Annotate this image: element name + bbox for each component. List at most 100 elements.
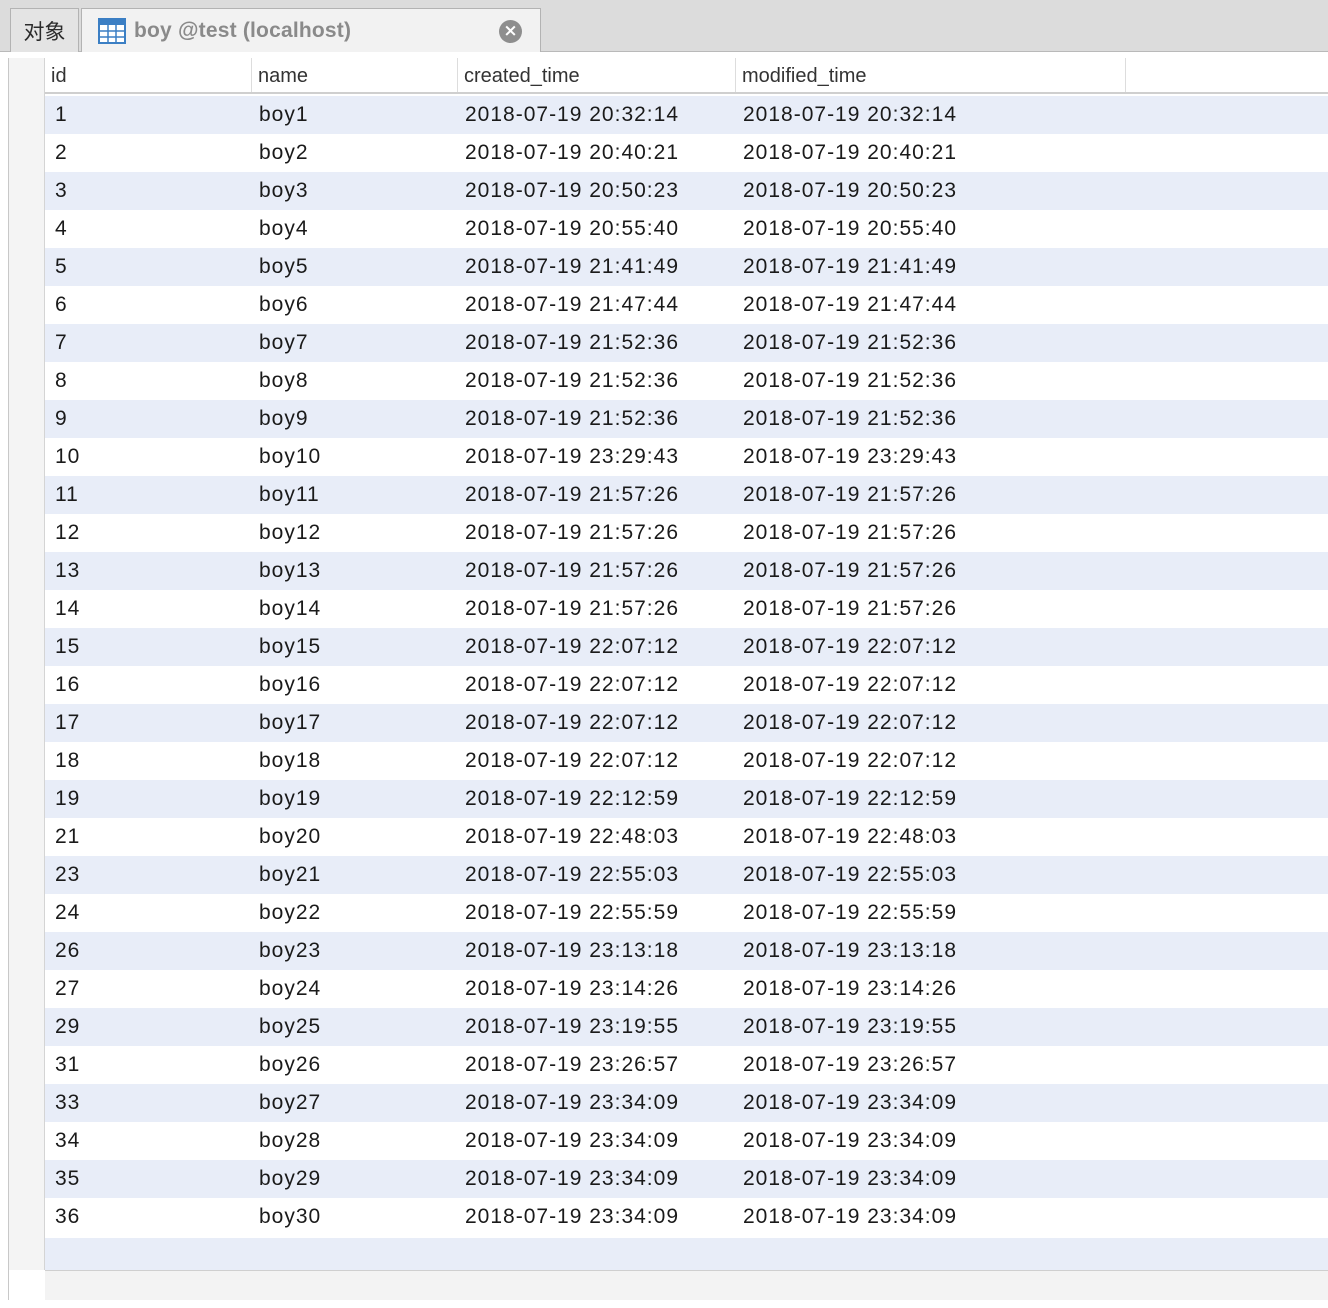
cell-id[interactable]: 29 [55,1008,80,1046]
cell-modified-time[interactable]: 2018-07-19 22:07:12 [743,704,957,742]
cell-name[interactable]: boy9 [259,400,309,438]
cell-id[interactable]: 17 [55,704,80,742]
cell-name[interactable]: boy11 [259,476,320,514]
table-row[interactable]: 14 boy14 2018-07-19 21:57:26 2018-07-19 21:… [45,590,1328,628]
cell-modified-time[interactable]: 2018-07-19 20:55:40 [743,210,957,248]
column-header-created-time[interactable]: created_time [457,58,735,92]
cell-created-time[interactable]: 2018-07-19 23:34:09 [465,1084,679,1122]
table-row[interactable]: 2 boy2 2018-07-19 20:40:21 2018-07-19 20:40… [45,134,1328,172]
table-row[interactable]: 27 boy24 2018-07-19 23:14:26 2018-07-19 23:… [45,970,1328,1008]
table-row[interactable]: 36 boy30 2018-07-19 23:34:09 2018-07-19 23:… [45,1198,1328,1236]
cell-name[interactable]: boy25 [259,1008,321,1046]
cell-modified-time[interactable]: 2018-07-19 22:55:59 [743,894,957,932]
cell-name[interactable]: boy17 [259,704,321,742]
cell-id[interactable]: 34 [55,1122,80,1160]
cell-modified-time[interactable]: 2018-07-19 23:34:09 [743,1160,957,1198]
table-row[interactable]: 6 boy6 2018-07-19 21:47:44 2018-07-19 21:47… [45,286,1328,324]
tab-objects[interactable]: 对象 [10,8,79,52]
cell-modified-time[interactable]: 2018-07-19 20:50:23 [743,172,957,210]
cell-id[interactable]: 31 [55,1046,80,1084]
cell-modified-time[interactable]: 2018-07-19 23:13:18 [743,932,957,970]
cell-name[interactable]: boy7 [259,324,309,362]
cell-created-time[interactable]: 2018-07-19 23:34:09 [465,1198,679,1236]
cell-id[interactable]: 24 [55,894,80,932]
cell-created-time[interactable]: 2018-07-19 22:55:59 [465,894,679,932]
cell-created-time[interactable]: 2018-07-19 21:41:49 [465,248,679,286]
cell-created-time[interactable]: 2018-07-19 20:40:21 [465,134,679,172]
cell-id[interactable]: 3 [55,172,68,210]
cell-id[interactable]: 7 [55,324,68,362]
cell-created-time[interactable]: 2018-07-19 21:52:36 [465,324,679,362]
cell-modified-time[interactable]: 2018-07-19 20:40:21 [743,134,957,172]
cell-id[interactable]: 2 [55,134,68,172]
cell-name[interactable]: boy30 [259,1198,321,1236]
cell-created-time[interactable]: 2018-07-19 23:34:09 [465,1122,679,1160]
cell-created-time[interactable]: 2018-07-19 21:52:36 [465,400,679,438]
cell-created-time[interactable]: 2018-07-19 23:34:09 [465,1160,679,1198]
cell-modified-time[interactable]: 2018-07-19 23:26:57 [743,1046,957,1084]
table-row[interactable]: 18 boy18 2018-07-19 22:07:12 2018-07-19 22:… [45,742,1328,780]
cell-modified-time[interactable]: 2018-07-19 23:19:55 [743,1008,957,1046]
cell-modified-time[interactable]: 2018-07-19 21:57:26 [743,590,957,628]
cell-modified-time[interactable]: 2018-07-19 22:48:03 [743,818,957,856]
cell-name[interactable]: boy23 [259,932,321,970]
table-row[interactable]: 13 boy13 2018-07-19 21:57:26 2018-07-19 21:… [45,552,1328,590]
cell-id[interactable]: 15 [55,628,80,666]
cell-id[interactable]: 19 [55,780,80,818]
cell-name[interactable]: boy8 [259,362,309,400]
cell-name[interactable]: boy26 [259,1046,321,1084]
cell-modified-time[interactable]: 2018-07-19 23:29:43 [743,438,957,476]
cell-id[interactable]: 12 [55,514,80,552]
cell-modified-time[interactable]: 2018-07-19 22:07:12 [743,666,957,704]
cell-name[interactable]: boy12 [259,514,321,552]
table-row[interactable]: 29 boy25 2018-07-19 23:19:55 2018-07-19 23:… [45,1008,1328,1046]
cell-id[interactable]: 8 [55,362,68,400]
cell-modified-time[interactable]: 2018-07-19 21:41:49 [743,248,957,286]
cell-name[interactable]: boy13 [259,552,321,590]
cell-id[interactable]: 26 [55,932,80,970]
cell-created-time[interactable]: 2018-07-19 21:57:26 [465,514,679,552]
cell-created-time[interactable]: 2018-07-19 23:26:57 [465,1046,679,1084]
cell-modified-time[interactable]: 2018-07-19 23:34:09 [743,1084,957,1122]
column-header-name[interactable]: name [251,58,457,92]
cell-modified-time[interactable]: 2018-07-19 21:57:26 [743,552,957,590]
cell-name[interactable]: boy21 [259,856,321,894]
cell-name[interactable]: boy27 [259,1084,321,1122]
cell-name[interactable]: boy5 [259,248,309,286]
column-header-id[interactable]: id [45,58,251,92]
cell-name[interactable]: boy4 [259,210,309,248]
cell-modified-time[interactable]: 2018-07-19 23:34:09 [743,1122,957,1160]
cell-created-time[interactable]: 2018-07-19 22:12:59 [465,780,679,818]
table-row[interactable]: 19 boy19 2018-07-19 22:12:59 2018-07-19 22:… [45,780,1328,818]
table-row[interactable]: 4 boy4 2018-07-19 20:55:40 2018-07-19 20:55… [45,210,1328,248]
cell-created-time[interactable]: 2018-07-19 23:19:55 [465,1008,679,1046]
table-row[interactable]: 24 boy22 2018-07-19 22:55:59 2018-07-19 22:… [45,894,1328,932]
table-row[interactable]: 16 boy16 2018-07-19 22:07:12 2018-07-19 22:… [45,666,1328,704]
cell-name[interactable]: boy28 [259,1122,321,1160]
table-row[interactable]: 21 boy20 2018-07-19 22:48:03 2018-07-19 22:… [45,818,1328,856]
cell-created-time[interactable]: 2018-07-19 21:52:36 [465,362,679,400]
table-row[interactable]: 26 boy23 2018-07-19 23:13:18 2018-07-19 23:… [45,932,1328,970]
cell-name[interactable]: boy14 [259,590,321,628]
tab-boy-table[interactable]: boy @test (localhost) × [81,8,541,52]
table-row[interactable]: 11 boy11 2018-07-19 21:57:26 2018-07-19 21:… [45,476,1328,514]
cell-id[interactable]: 13 [55,552,80,590]
cell-name[interactable]: boy6 [259,286,309,324]
cell-modified-time[interactable]: 2018-07-19 21:52:36 [743,362,957,400]
cell-id[interactable]: 11 [55,476,79,514]
cell-id[interactable]: 4 [55,210,68,248]
cell-id[interactable]: 18 [55,742,80,780]
cell-name[interactable]: boy22 [259,894,321,932]
cell-modified-time[interactable]: 2018-07-19 21:47:44 [743,286,957,324]
cell-modified-time[interactable]: 2018-07-19 22:12:59 [743,780,957,818]
close-icon[interactable]: × [499,20,522,43]
table-row[interactable]: 31 boy26 2018-07-19 23:26:57 2018-07-19 23:… [45,1046,1328,1084]
cell-modified-time[interactable]: 2018-07-19 21:52:36 [743,400,957,438]
cell-id[interactable]: 16 [55,666,80,704]
cell-created-time[interactable]: 2018-07-19 22:07:12 [465,666,679,704]
table-row[interactable]: 23 boy21 2018-07-19 22:55:03 2018-07-19 22:… [45,856,1328,894]
cell-id[interactable]: 33 [55,1084,80,1122]
cell-name[interactable]: boy20 [259,818,321,856]
table-row[interactable]: 17 boy17 2018-07-19 22:07:12 2018-07-19 22:… [45,704,1328,742]
horizontal-scrollbar[interactable] [45,1270,1328,1300]
